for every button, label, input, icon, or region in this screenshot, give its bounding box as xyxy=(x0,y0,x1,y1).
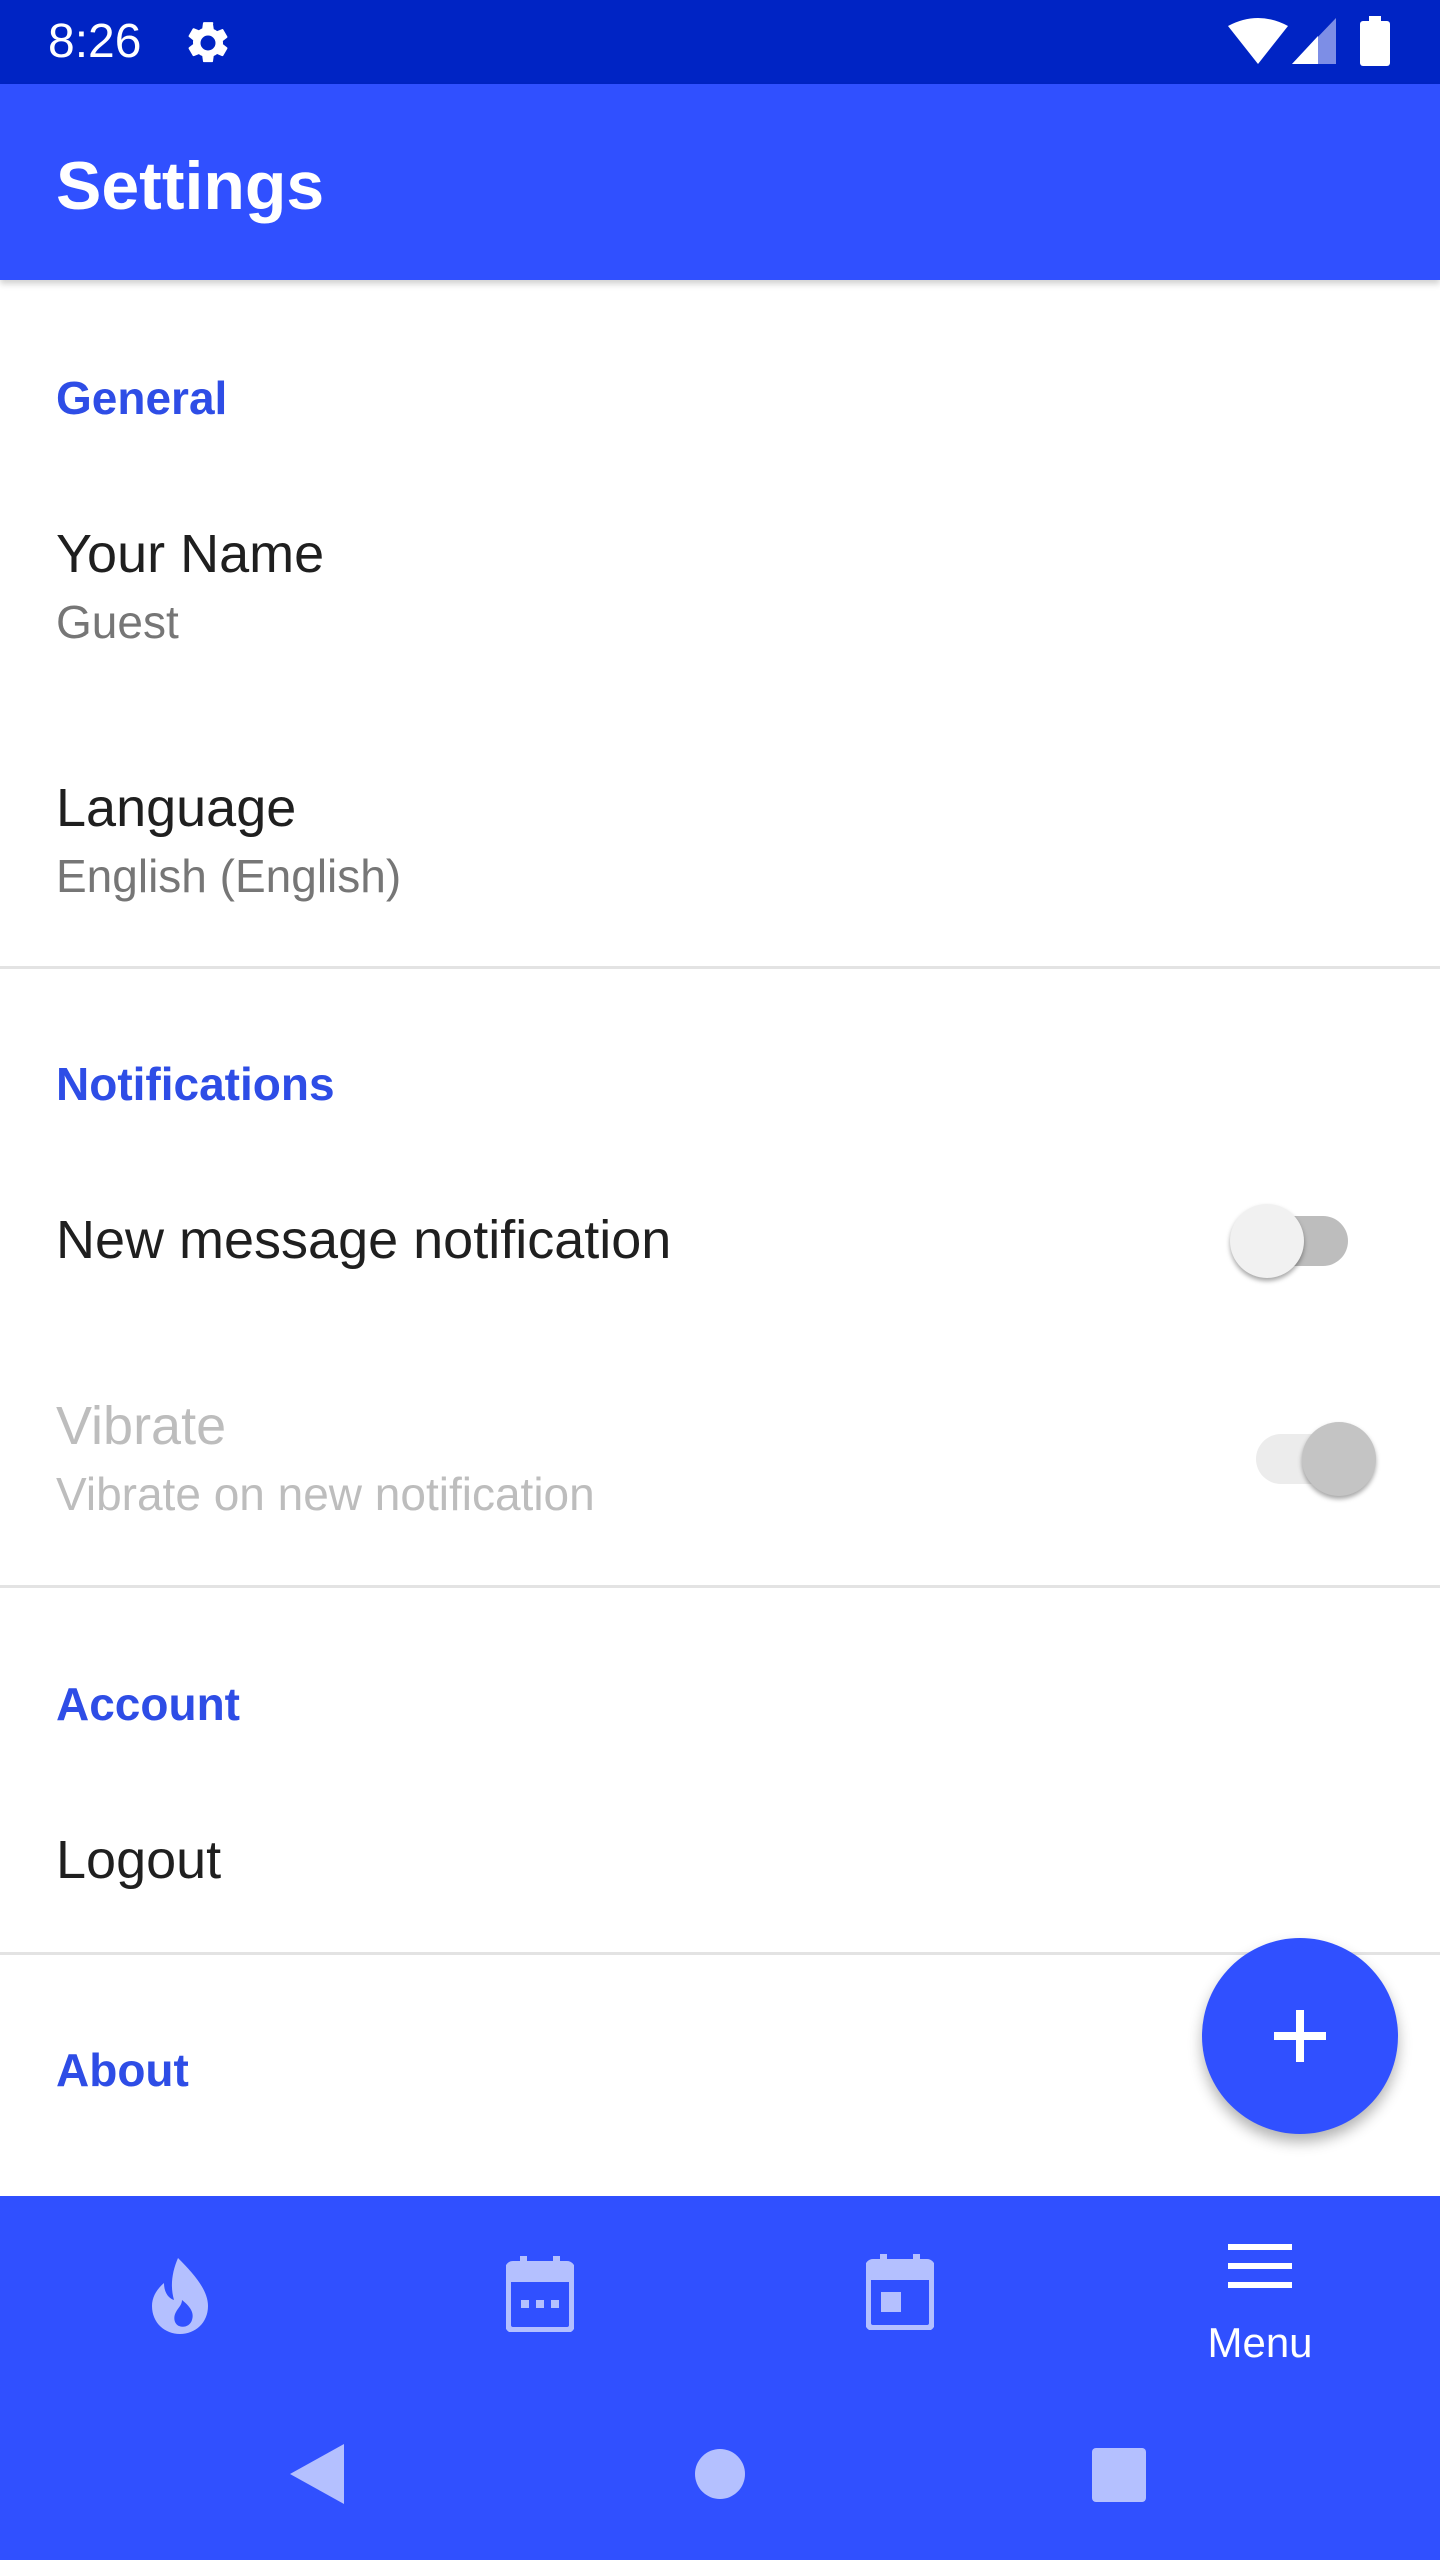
system-navigation-bar xyxy=(0,2380,1440,2560)
pref-new-message-notification[interactable]: New message notification xyxy=(0,1180,1440,1300)
status-time: 8:26 xyxy=(48,15,142,68)
pref-logout-title: Logout xyxy=(56,1830,222,1890)
status-bar: 8:26 xyxy=(0,0,1440,84)
new-message-switch[interactable] xyxy=(1230,1204,1348,1278)
calendar-dots-icon xyxy=(506,2256,574,2332)
nav-item-calendar-events[interactable] xyxy=(360,2196,720,2380)
pref-language[interactable]: Language English (English) xyxy=(0,764,1440,954)
section-header-about: About xyxy=(56,2044,189,2096)
pref-vibrate-summary: Vibrate on new notification xyxy=(56,1468,595,1520)
pref-vibrate-title: Vibrate xyxy=(56,1396,227,1456)
nav-item-popular[interactable] xyxy=(0,2196,360,2380)
bottom-navigation: Menu xyxy=(0,2196,1440,2380)
pref-new-message-title: New message notification xyxy=(56,1210,672,1270)
nav-label-menu: Menu xyxy=(1207,2319,1313,2366)
divider xyxy=(0,966,1440,969)
pref-vibrate: Vibrate Vibrate on new notification xyxy=(0,1390,1440,1550)
pref-language-summary: English (English) xyxy=(56,850,402,902)
recents-icon[interactable] xyxy=(1092,2448,1146,2502)
calendar-day-icon xyxy=(866,2254,934,2330)
battery-icon xyxy=(1360,16,1390,66)
section-header-account: Account xyxy=(56,1678,240,1730)
gear-icon xyxy=(188,22,228,63)
switch-thumb xyxy=(1302,1422,1376,1496)
pref-your-name-title: Your Name xyxy=(56,524,325,584)
back-icon[interactable] xyxy=(290,2444,344,2504)
switch-thumb xyxy=(1230,1204,1304,1278)
nav-item-calendar-today[interactable] xyxy=(720,2196,1080,2380)
section-header-general: General xyxy=(56,372,228,424)
pref-your-name[interactable]: Your Name Guest xyxy=(0,510,1440,700)
pref-logout[interactable]: Logout xyxy=(0,1790,1440,1930)
divider xyxy=(0,1585,1440,1588)
home-icon[interactable] xyxy=(694,2448,746,2500)
vibrate-switch xyxy=(1256,1422,1376,1496)
wifi-icon xyxy=(1228,18,1288,64)
pref-language-title: Language xyxy=(56,778,297,838)
cellular-signal-icon xyxy=(1292,18,1336,64)
menu-icon xyxy=(1228,2244,1292,2288)
add-fab-button[interactable] xyxy=(1202,1938,1398,2134)
pref-your-name-summary: Guest xyxy=(56,596,179,648)
app-bar: Settings xyxy=(0,84,1440,280)
flame-icon xyxy=(152,2258,208,2334)
section-header-notifications: Notifications xyxy=(56,1058,335,1110)
plus-icon xyxy=(1274,2010,1326,2062)
nav-item-menu[interactable]: Menu xyxy=(1080,2196,1440,2380)
divider xyxy=(0,1952,1440,1955)
page-title: Settings xyxy=(56,148,325,224)
